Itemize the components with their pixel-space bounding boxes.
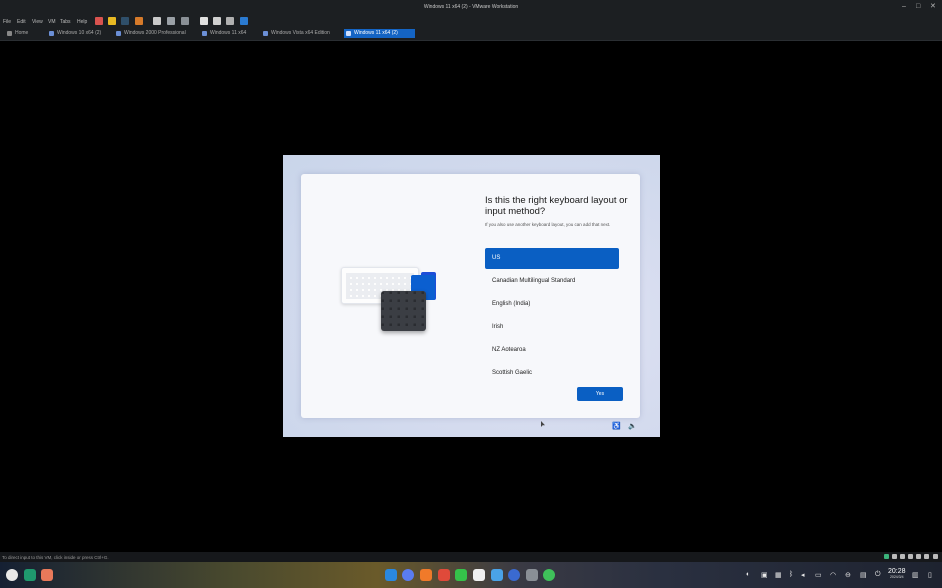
notifications-icon[interactable]: ⊖ (845, 571, 851, 579)
volume-tray-icon[interactable]: ◂ (801, 571, 805, 579)
library-icon[interactable] (200, 17, 208, 25)
usb-status-icon[interactable] (908, 554, 913, 559)
menu-tabs[interactable]: Tabs (60, 19, 71, 25)
home-icon (7, 31, 12, 36)
clock-time: 20:28 (888, 568, 906, 575)
vm-icon (202, 31, 207, 36)
tab-home[interactable]: Home (5, 29, 43, 38)
fullscreen-icon[interactable] (226, 17, 234, 25)
video-icon[interactable] (455, 569, 467, 581)
tab-label: Windows 11 x64 (2) (354, 30, 398, 36)
snapshot-icon[interactable] (135, 17, 143, 25)
bluetooth-icon[interactable]: ᛒ (789, 571, 793, 578)
close-button[interactable]: ✕ (930, 3, 936, 11)
screenshot-icon[interactable]: ▣ (761, 571, 768, 579)
tab-label: Home (15, 30, 29, 36)
menu-bar: File Edit View VM Tabs Help (0, 15, 942, 28)
input-method-icon[interactable]: ▤ (860, 571, 867, 579)
layout-option-irish[interactable]: Irish (485, 317, 619, 338)
layout-option-nz-aotearoa[interactable]: NZ Aotearoa (485, 340, 619, 361)
page-subtitle: If you also use another keyboard layout,… (485, 222, 611, 227)
layout-option-scottish-gaelic[interactable]: Scottish Gaelic (485, 363, 619, 375)
maximize-button[interactable]: □ (916, 3, 920, 11)
tab-windows-10-x64-2[interactable]: Windows 10 x64 (2) (47, 29, 111, 38)
tab-label: Windows 2000 Professional (124, 30, 186, 36)
oobe-card: Is this the right keyboard layout or inp… (301, 174, 640, 418)
battery-icon[interactable]: ▭ (815, 571, 822, 579)
tab-windows-11-x64[interactable]: Windows 11 x64 (200, 29, 258, 38)
music-icon[interactable] (438, 569, 450, 581)
display-status-icon[interactable] (924, 554, 929, 559)
cd-status-icon[interactable] (900, 554, 905, 559)
settings-icon[interactable] (181, 17, 189, 25)
power-icon[interactable] (95, 17, 103, 25)
tab-windows-vista[interactable]: Windows Vista x64 Edition (261, 29, 341, 38)
file-manager-icon[interactable] (385, 569, 397, 581)
clock-date: 2024/3/4 (889, 575, 904, 579)
revert-snapshot-icon[interactable] (153, 17, 161, 25)
volume-icon[interactable]: 🔈 (628, 422, 637, 430)
calendar-icon[interactable] (473, 569, 485, 581)
sound-status-icon[interactable] (916, 554, 921, 559)
vm-icon (263, 31, 268, 36)
app-store-icon[interactable] (41, 569, 53, 581)
yes-button[interactable]: Yes (577, 387, 623, 401)
disk-status-icon[interactable] (892, 554, 897, 559)
network-status-icon[interactable] (884, 554, 889, 559)
layout-option-english-india[interactable]: English (India) (485, 294, 619, 315)
play-icon[interactable] (121, 17, 129, 25)
menu-help[interactable]: Help (77, 19, 87, 25)
layout-option-us[interactable]: US (485, 248, 619, 269)
calendar-tray-icon[interactable]: ▥ (912, 571, 919, 579)
vmware-icon[interactable] (526, 569, 538, 581)
vm-icon (49, 31, 54, 36)
snapshot-manager-icon[interactable] (167, 17, 175, 25)
keyboard-icon[interactable]: ▦ (775, 571, 782, 579)
tab-label: Windows 11 x64 (210, 30, 247, 36)
status-bar: To direct input to this VM, click inside… (0, 552, 942, 562)
tab-windows-2000[interactable]: Windows 2000 Professional (114, 29, 196, 38)
unity-icon[interactable] (240, 17, 248, 25)
page-title: Is this the right keyboard layout or inp… (485, 195, 628, 217)
chrome-icon[interactable] (508, 569, 520, 581)
vm-icon (116, 31, 121, 36)
window-title: Windows 11 x64 (2) - VMware Workstation (423, 4, 519, 10)
vm-screen[interactable]: Is this the right keyboard layout or inp… (283, 155, 660, 437)
title-bar: Windows 11 x64 (2) - VMware Workstation … (0, 0, 942, 15)
status-text: To direct input to this VM, click inside… (2, 555, 109, 560)
tab-bar: Home Windows 10 x64 (2) Windows 2000 Pro… (0, 28, 942, 41)
menu-edit[interactable]: Edit (17, 19, 26, 25)
settings-app-icon[interactable] (491, 569, 503, 581)
terminal-icon[interactable] (24, 569, 36, 581)
suspend-icon[interactable] (108, 17, 116, 25)
menu-file[interactable]: File (3, 19, 11, 25)
vm-icon (346, 31, 351, 36)
minimize-button[interactable]: – (902, 3, 906, 11)
keypad-illustration (381, 291, 426, 331)
menu-vm[interactable]: VM (48, 19, 56, 25)
clock[interactable]: 20:28 2024/3/4 (888, 568, 906, 580)
wechat-icon[interactable] (543, 569, 555, 581)
wifi-icon[interactable]: ◠ (830, 571, 836, 579)
browser-icon[interactable] (402, 569, 414, 581)
keyboard-layout-list[interactable]: US Canadian Multilingual Standard Englis… (485, 248, 619, 375)
host-taskbar: ◐ ▣ ▦ ᛒ ◂ ▭ ◠ ⊖ ▤ ⏻ 20:28 2024/3/4 ▥ ▯ (0, 562, 942, 588)
mail-icon[interactable] (420, 569, 432, 581)
thumbnail-icon[interactable] (213, 17, 221, 25)
tab-windows-11-x64-2[interactable]: Windows 11 x64 (2) (344, 29, 415, 38)
accessibility-icon[interactable]: ♿ (612, 422, 621, 430)
sync-icon[interactable]: ◐ (746, 571, 750, 578)
power-tray-icon[interactable]: ⏻ (875, 571, 881, 579)
launcher-icon[interactable] (6, 569, 18, 581)
tab-label: Windows Vista x64 Edition (271, 30, 330, 36)
trash-icon[interactable]: ▯ (928, 571, 932, 579)
layout-option-canadian-multilingual[interactable]: Canadian Multilingual Standard (485, 271, 619, 292)
menu-view[interactable]: View (32, 19, 43, 25)
tab-label: Windows 10 x64 (2) (57, 30, 102, 36)
message-status-icon[interactable] (933, 554, 938, 559)
